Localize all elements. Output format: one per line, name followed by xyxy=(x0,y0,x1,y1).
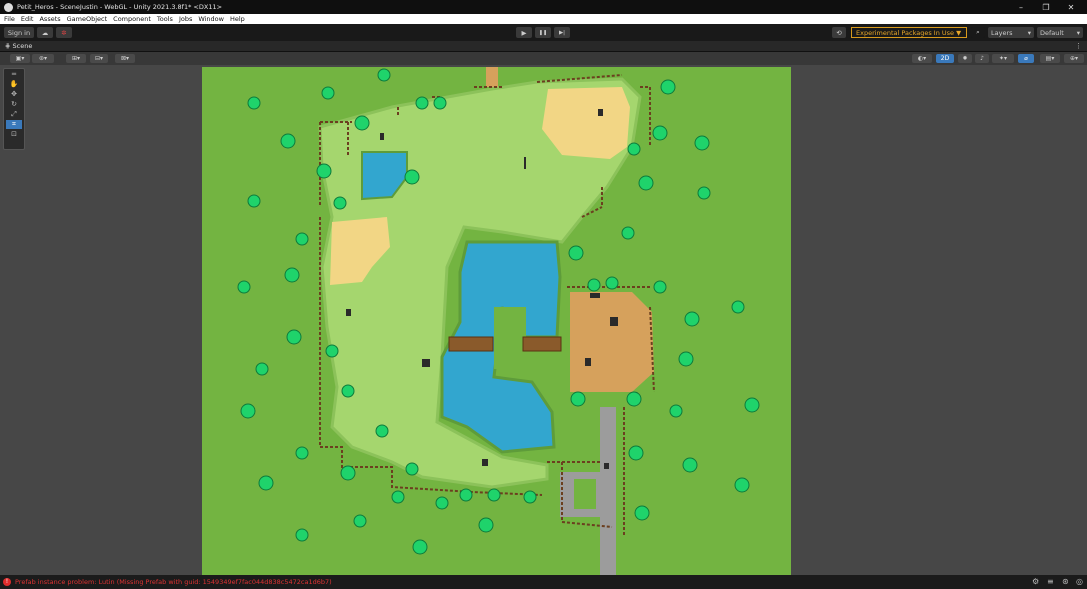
menu-window[interactable]: Window xyxy=(198,15,224,23)
hand-tool-icon[interactable]: ✋ xyxy=(6,80,22,89)
close-button[interactable]: ✕ xyxy=(1059,0,1083,14)
snap-increment-button[interactable]: ⊟▾ xyxy=(90,54,108,63)
transform-tool-icon[interactable]: ⊡ xyxy=(6,130,22,139)
top-entrance-path xyxy=(486,67,498,87)
scene-tab-bar: ⋕ Scene ⋮ xyxy=(0,41,1087,52)
lighting-icon[interactable]: ✹ xyxy=(958,54,972,63)
chevron-down-icon: ▾ xyxy=(1027,28,1031,37)
menu-jobs[interactable]: Jobs xyxy=(179,15,192,23)
layout-dropdown[interactable]: Default ▾ xyxy=(1037,27,1083,38)
rotate-tool-icon[interactable]: ↻ xyxy=(6,100,22,109)
status-message[interactable]: Prefab instance problem: Lutin (Missing … xyxy=(15,578,332,586)
chevron-down-icon: ▾ xyxy=(1076,28,1080,37)
search-icon[interactable]: ⌕ xyxy=(971,27,985,38)
layout-label: Default xyxy=(1040,28,1064,37)
stone-road-hole xyxy=(574,479,596,509)
collab-icon[interactable]: ✲ xyxy=(56,27,72,38)
status-bar: ! Prefab instance problem: Lutin (Missin… xyxy=(0,575,1087,589)
tab-scene[interactable]: ⋕ Scene xyxy=(5,42,32,50)
palette-handle-icon[interactable]: ═ xyxy=(6,70,22,79)
tool-palette: ═ ✋ ✥ ↻ ⤢ ⌗ ⊡ xyxy=(3,68,25,150)
camera-dropdown[interactable]: ▤▾ xyxy=(1040,54,1060,63)
menu-component[interactable]: Component xyxy=(113,15,151,23)
layers-label: Layers xyxy=(991,28,1013,37)
menu-file[interactable]: File xyxy=(4,15,15,23)
gizmo-toggle-dropdown[interactable]: ⊛▾ xyxy=(32,54,54,63)
history-icon[interactable]: ⟲ xyxy=(832,27,846,38)
cloud-icon[interactable]: ☁ xyxy=(37,27,53,38)
bridge-right xyxy=(522,336,562,352)
minimize-button[interactable]: – xyxy=(1009,0,1033,14)
play-button[interactable]: ▶ xyxy=(516,27,532,38)
dirt-area xyxy=(570,292,654,392)
experimental-packages-dropdown[interactable]: Experimental Packages In Use ▼ xyxy=(851,27,967,38)
unity-logo-icon xyxy=(4,2,13,12)
tilemap-canvas xyxy=(237,67,760,575)
window-title: Petit_Heros - SceneJustin - WebGL - Unit… xyxy=(17,3,223,11)
menu-assets[interactable]: Assets xyxy=(39,15,60,23)
notification-icon[interactable]: ◎ xyxy=(1076,578,1084,586)
hidden-objects-icon[interactable]: ⌀ xyxy=(1018,54,1034,63)
more-options-icon[interactable]: ⋮ xyxy=(1075,42,1082,50)
tilemap[interactable] xyxy=(202,67,791,575)
effects-dropdown[interactable]: ✦▾ xyxy=(992,54,1014,63)
title-bar: Petit_Heros - SceneJustin - WebGL - Unit… xyxy=(0,0,1087,14)
menu-tools[interactable]: Tools xyxy=(157,15,173,23)
progress-icon[interactable]: ⚙ xyxy=(1032,578,1040,586)
cache-icon[interactable]: ≡ xyxy=(1047,578,1055,586)
menu-help[interactable]: Help xyxy=(230,15,245,23)
scale-tool-icon[interactable]: ⤢ xyxy=(6,110,22,119)
layers-dropdown[interactable]: Layers ▾ xyxy=(988,27,1034,38)
audio-icon[interactable]: ♪ xyxy=(975,54,989,63)
align-dropdown[interactable]: ⊠▾ xyxy=(115,54,135,63)
sign-in-button[interactable]: Sign in xyxy=(4,27,34,38)
maximize-button[interactable]: ❐ xyxy=(1034,0,1058,14)
rect-tool-icon[interactable]: ⌗ xyxy=(6,120,22,129)
scene-toolbar: ▣▾ ⊛▾ ⊞▾ ⊟▾ ⊠▾ ◐▾ 2D ✹ ♪ ✦▾ ⌀ ▤▾ ⊕▾ xyxy=(0,52,1087,65)
draw-mode-dropdown[interactable]: ▣▾ xyxy=(10,54,30,63)
step-button[interactable]: ▶| xyxy=(554,27,570,38)
mode-2d-toggle[interactable]: 2D xyxy=(936,54,954,63)
move-tool-icon[interactable]: ✥ xyxy=(6,90,22,99)
tab-scene-label: Scene xyxy=(12,42,33,50)
shading-dropdown[interactable]: ◐▾ xyxy=(912,54,932,63)
error-icon: ! xyxy=(3,578,11,586)
bridge-left xyxy=(448,336,494,352)
menu-edit[interactable]: Edit xyxy=(21,15,34,23)
pause-button[interactable]: ❚❚ xyxy=(535,27,551,38)
menu-bar: File Edit Assets GameObject Component To… xyxy=(0,14,1087,24)
lake-island xyxy=(494,307,526,369)
menu-gameobject[interactable]: GameObject xyxy=(67,15,108,23)
grid-snap-dropdown[interactable]: ⊞▾ xyxy=(66,54,86,63)
debug-icon[interactable]: ⊛ xyxy=(1062,578,1070,586)
gizmos-dropdown[interactable]: ⊕▾ xyxy=(1064,54,1084,63)
